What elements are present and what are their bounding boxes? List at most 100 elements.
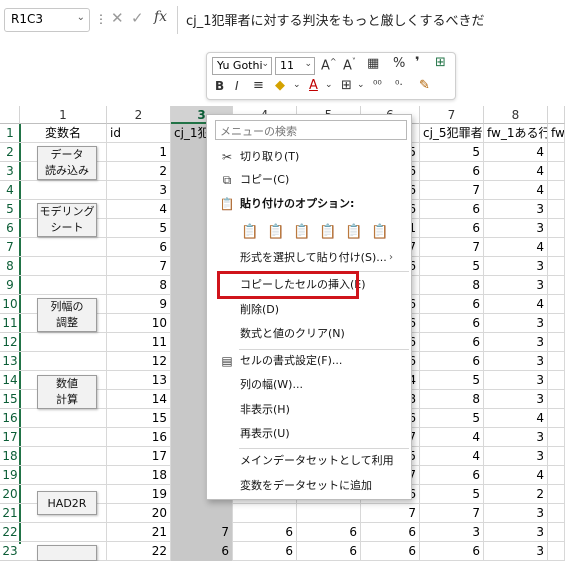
table-cell[interactable]: 6 <box>420 466 484 485</box>
row-header[interactable]: 14 <box>0 371 20 390</box>
table-cell[interactable]: 4 <box>420 428 484 447</box>
table-cell[interactable]: 17 <box>107 447 171 466</box>
table-cell[interactable]: 3 <box>107 181 171 200</box>
menu-item-hide[interactable]: 非表示(H) <box>207 399 413 421</box>
italic-button[interactable]: I <box>235 79 239 93</box>
chevron-down-icon[interactable]: ⌄ <box>261 59 269 69</box>
table-cell[interactable] <box>548 181 565 200</box>
formula-input[interactable]: cj_1犯罪者に対する判決をもっと厳しくするべきだ <box>186 10 485 29</box>
merge-center-icon[interactable]: ⊞ <box>435 55 446 70</box>
font-select[interactable]: Yu Gothi ⌄ <box>212 57 272 75</box>
table-cell[interactable] <box>233 504 297 523</box>
table-cell[interactable]: 3 <box>484 219 548 238</box>
table-cell[interactable]: 3 <box>484 371 548 390</box>
table-cell[interactable] <box>548 162 565 181</box>
chevron-down-icon[interactable]: ⌄ <box>325 80 333 90</box>
table-cell[interactable] <box>20 352 107 371</box>
table-cell[interactable]: 8 <box>107 276 171 295</box>
paste-transpose-icon[interactable]: 📋 <box>318 221 338 243</box>
row-header[interactable]: 4 <box>0 181 20 200</box>
sheet-button[interactable] <box>37 545 97 561</box>
table-cell[interactable]: 4 <box>484 466 548 485</box>
table-cell[interactable]: 5 <box>420 371 484 390</box>
table-cell[interactable]: 4 <box>484 409 548 428</box>
table-cell[interactable] <box>548 219 565 238</box>
table-cell[interactable]: 6 <box>420 200 484 219</box>
table-cell[interactable]: 4 <box>484 295 548 314</box>
table-cell[interactable] <box>20 428 107 447</box>
table-cell[interactable]: 6 <box>420 542 484 561</box>
row-header[interactable]: 3 <box>0 162 20 181</box>
format-painter-icon[interactable]: ✎ <box>419 78 430 93</box>
table-cell[interactable]: 12 <box>107 352 171 371</box>
table-cell[interactable]: 6 <box>420 219 484 238</box>
table-cell[interactable]: 7 <box>420 238 484 257</box>
paste-values-icon[interactable]: 📋 <box>266 221 286 243</box>
column-header[interactable]: 8 <box>484 106 548 124</box>
row-header[interactable]: 6 <box>0 219 20 238</box>
menu-item-paste-special[interactable]: 形式を選択して貼り付け(S)... › <box>207 247 413 269</box>
enter-icon[interactable]: ✓ <box>131 9 144 27</box>
table-cell[interactable]: 3 <box>484 314 548 333</box>
chevron-down-icon[interactable]: ⌄ <box>293 80 301 90</box>
table-cell[interactable]: 7 <box>420 181 484 200</box>
table-cell[interactable] <box>548 523 565 542</box>
borders-icon[interactable]: ⊞ <box>341 78 352 93</box>
table-cell[interactable] <box>548 143 565 162</box>
table-cell[interactable]: 6 <box>420 352 484 371</box>
menu-search-input[interactable]: メニューの検索 <box>215 120 407 140</box>
table-cell[interactable] <box>548 333 565 352</box>
table-cell[interactable]: 6 <box>420 333 484 352</box>
cancel-icon[interactable]: ✕ <box>111 9 124 27</box>
table-cell[interactable]: 7 <box>107 257 171 276</box>
table-cell[interactable] <box>548 371 565 390</box>
data-load-button[interactable]: データ 読み込み <box>37 146 97 180</box>
font-color-icon[interactable]: A <box>309 78 318 93</box>
table-cell[interactable]: 6 <box>420 314 484 333</box>
table-cell[interactable]: 3 <box>484 504 548 523</box>
row-header[interactable]: 19 <box>0 466 20 485</box>
table-cell[interactable] <box>20 466 107 485</box>
table-cell[interactable]: 11 <box>107 333 171 352</box>
chevron-down-icon[interactable]: ⌄ <box>304 59 312 69</box>
table-cell[interactable]: 8 <box>420 276 484 295</box>
table-cell[interactable]: 4 <box>484 162 548 181</box>
row-header[interactable]: 8 <box>0 257 20 276</box>
table-cell[interactable] <box>548 314 565 333</box>
table-cell[interactable] <box>20 238 107 257</box>
table-cell[interactable] <box>20 181 107 200</box>
table-cell[interactable]: 6 <box>297 542 361 561</box>
column-header[interactable]: 2 <box>107 106 171 124</box>
row-header[interactable]: 15 <box>0 390 20 409</box>
table-cell[interactable]: 3 <box>484 428 548 447</box>
decrease-decimal-icon[interactable]: ⁰· <box>395 78 403 91</box>
row-header[interactable]: 1 <box>0 124 20 143</box>
menu-item-add-variable[interactable]: 変数をデータセットに追加 <box>207 475 413 497</box>
had2r-button[interactable]: HAD2R <box>37 491 97 515</box>
table-cell[interactable] <box>548 409 565 428</box>
row-header[interactable]: 17 <box>0 428 20 447</box>
menu-item-copy[interactable]: ⧉ コピー(C) <box>207 169 413 191</box>
table-cell[interactable]: 9 <box>107 295 171 314</box>
table-cell[interactable]: 4 <box>484 181 548 200</box>
column-width-adjust-button[interactable]: 列幅の 調整 <box>37 298 97 332</box>
table-cell[interactable]: 10 <box>107 314 171 333</box>
table-cell[interactable]: 3 <box>420 523 484 542</box>
menu-item-unhide[interactable]: 再表示(U) <box>207 423 413 445</box>
table-cell[interactable] <box>548 352 565 371</box>
increase-font-icon[interactable]: A^ <box>321 57 337 73</box>
table-cell[interactable]: 16 <box>107 428 171 447</box>
column-header[interactable]: 1 <box>20 106 107 124</box>
font-size-select[interactable]: 11 ⌄ <box>275 57 315 75</box>
table-cell[interactable] <box>20 523 107 542</box>
table-cell[interactable] <box>548 447 565 466</box>
paste-formulas-icon[interactable]: 📋 <box>292 221 312 243</box>
table-cell[interactable]: id <box>107 124 171 143</box>
table-cell[interactable]: 5 <box>420 143 484 162</box>
table-cell[interactable]: 3 <box>484 257 548 276</box>
row-header[interactable]: 5 <box>0 200 20 219</box>
paste-link-icon[interactable]: 📋 <box>370 221 390 243</box>
comma-style-icon[interactable]: ❜ <box>415 55 420 70</box>
table-cell[interactable] <box>297 504 361 523</box>
table-cell[interactable] <box>20 333 107 352</box>
